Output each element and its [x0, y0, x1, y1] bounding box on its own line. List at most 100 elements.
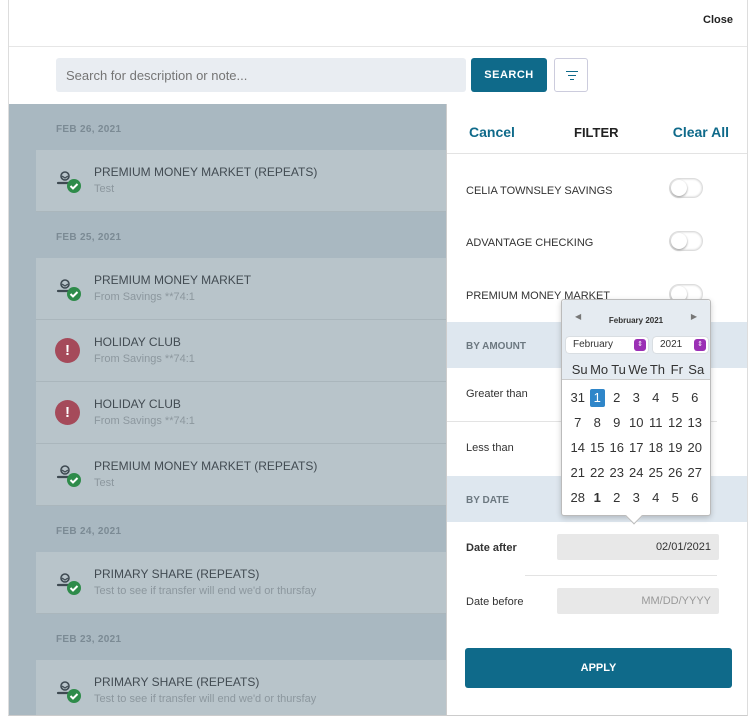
- calendar-day[interactable]: 28: [568, 489, 588, 507]
- calendar-day[interactable]: 16: [607, 439, 627, 457]
- calendar-day[interactable]: 5: [666, 489, 686, 507]
- date-before-label: Date before: [466, 596, 524, 608]
- transfer-success-icon: [56, 573, 81, 595]
- calendar-day[interactable]: 10: [627, 414, 647, 432]
- calendar-day[interactable]: 3: [627, 389, 647, 407]
- transaction-item[interactable]: PRIMARY SHARE (REPEATS) Test to see if tr…: [36, 660, 446, 715]
- day-grid: 31 1 2 3 4 5 6 7 8 9 10 11 12 13 14 15 16 17 18 19 20 21 22 23 2…: [562, 380, 710, 507]
- date-after-row: Date after: [466, 522, 719, 576]
- calendar-day[interactable]: 7: [568, 414, 588, 432]
- calendar-day[interactable]: 4: [646, 389, 666, 407]
- account-toggle[interactable]: [669, 178, 703, 198]
- account-label: ADVANTAGE CHECKING: [466, 237, 594, 249]
- calendar-day[interactable]: 13: [685, 414, 705, 432]
- clear-all-button[interactable]: Clear All: [673, 124, 729, 140]
- calendar-day[interactable]: 2: [607, 389, 627, 407]
- weekday-label: Sa: [688, 362, 705, 377]
- date-after-input[interactable]: [557, 534, 719, 560]
- calendar-day[interactable]: 11: [646, 414, 666, 432]
- calendar-day[interactable]: 4: [646, 489, 666, 507]
- transaction-subtitle: From Savings **74:1: [94, 415, 195, 427]
- filter-title: FILTER: [574, 125, 619, 140]
- calendar-day[interactable]: 14: [568, 439, 588, 457]
- calendar-day[interactable]: 1: [589, 389, 605, 407]
- calendar-day[interactable]: 12: [666, 414, 686, 432]
- transaction-subtitle: Test to see if transfer will end we'd or…: [94, 693, 317, 705]
- close-button[interactable]: Close: [703, 14, 733, 26]
- greater-than-label: Greater than: [466, 388, 528, 400]
- transaction-item[interactable]: PRIMARY SHARE (REPEATS) Test to see if tr…: [36, 552, 446, 614]
- transaction-item[interactable]: ! HOLIDAY CLUB From Savings **74:1: [36, 320, 446, 382]
- calendar-day[interactable]: 27: [685, 464, 705, 482]
- date-before-input[interactable]: [557, 588, 719, 614]
- calendar-title: February 2021: [608, 316, 664, 325]
- apply-button[interactable]: APPLY: [465, 648, 732, 688]
- weekday-label: Su: [571, 362, 588, 377]
- calendar-day[interactable]: 2: [607, 489, 627, 507]
- date-heading: FEB 23, 2021: [56, 634, 122, 645]
- calendar-day[interactable]: 5: [666, 389, 686, 407]
- transaction-subtitle: Test: [94, 183, 115, 195]
- calendar-day[interactable]: 17: [627, 439, 647, 457]
- transfer-success-icon: [56, 681, 81, 703]
- filter-button[interactable]: [554, 58, 588, 92]
- transaction-subtitle: From Savings **74:1: [94, 291, 195, 303]
- transaction-title: PREMIUM MONEY MARKET (REPEATS): [94, 165, 318, 179]
- calendar-day[interactable]: 6: [685, 489, 705, 507]
- calendar-day[interactable]: 19: [666, 439, 686, 457]
- calendar-day[interactable]: 6: [685, 389, 705, 407]
- error-icon: !: [55, 400, 80, 425]
- calendar-header: ◀ February 2021 ▶ February ⇕ 2021 ⇕ Su Mo Tu…: [562, 300, 710, 380]
- year-value: 2021: [660, 339, 683, 350]
- weekday-label: Th: [649, 362, 665, 377]
- account-toggle-row: CELIA TOWNSLEY SAVINGS: [447, 154, 747, 207]
- month-value: February: [573, 339, 614, 350]
- divider: [9, 46, 747, 47]
- calendar-day[interactable]: 25: [646, 464, 666, 482]
- calendar-day[interactable]: 24: [627, 464, 647, 482]
- calendar-day[interactable]: 18: [646, 439, 666, 457]
- transaction-subtitle: From Savings **74:1: [94, 353, 195, 365]
- transfer-success-icon: [56, 279, 81, 301]
- date-heading: FEB 26, 2021: [56, 124, 122, 135]
- calendar-day[interactable]: 21: [568, 464, 588, 482]
- weekday-label: Tu: [611, 362, 626, 377]
- transaction-subtitle: Test: [94, 477, 115, 489]
- calendar-day[interactable]: 20: [685, 439, 705, 457]
- transaction-title: PREMIUM MONEY MARKET: [94, 273, 252, 287]
- weekday-row: Su Mo Tu We Th Fr Sa: [570, 362, 706, 377]
- transaction-item[interactable]: PREMIUM MONEY MARKET (REPEATS) Test: [36, 150, 446, 212]
- cancel-button[interactable]: Cancel: [469, 124, 515, 140]
- month-select[interactable]: February ⇕: [566, 337, 648, 353]
- transaction-item[interactable]: ! HOLIDAY CLUB From Savings **74:1: [36, 382, 446, 444]
- calendar-day[interactable]: 22: [588, 464, 608, 482]
- select-arrows-icon: ⇕: [694, 339, 706, 351]
- calendar-day[interactable]: 8: [588, 414, 608, 432]
- transaction-title: PREMIUM MONEY MARKET (REPEATS): [94, 459, 318, 473]
- calendar-day[interactable]: 3: [627, 489, 647, 507]
- transaction-title: HOLIDAY CLUB: [94, 335, 181, 349]
- year-select[interactable]: 2021 ⇕: [653, 337, 708, 353]
- account-toggle[interactable]: [669, 231, 703, 251]
- transfer-success-icon: [56, 465, 81, 487]
- next-month-icon[interactable]: ▶: [691, 312, 697, 321]
- less-than-label: Less than: [466, 442, 514, 454]
- transaction-item[interactable]: PREMIUM MONEY MARKET (REPEATS) Test: [36, 444, 446, 506]
- date-before-row: Date before: [447, 576, 747, 630]
- transaction-title: HOLIDAY CLUB: [94, 397, 181, 411]
- calendar-day[interactable]: 26: [666, 464, 686, 482]
- search-input[interactable]: [56, 58, 466, 92]
- transaction-item[interactable]: PREMIUM MONEY MARKET From Savings **74:1: [36, 258, 446, 320]
- account-label: CELIA TOWNSLEY SAVINGS: [466, 185, 613, 197]
- calendar-day[interactable]: 9: [607, 414, 627, 432]
- filter-icon: [566, 71, 578, 72]
- calendar-day[interactable]: 15: [588, 439, 608, 457]
- calendar-day[interactable]: 31: [568, 389, 588, 407]
- transfer-success-icon: [56, 171, 81, 193]
- error-icon: !: [55, 338, 80, 363]
- search-button[interactable]: SEARCH: [471, 58, 547, 92]
- calendar-day[interactable]: 1: [588, 489, 608, 507]
- date-picker-popup: ◀ February 2021 ▶ February ⇕ 2021 ⇕ Su Mo Tu…: [561, 299, 711, 525]
- account-toggle-row: ADVANTAGE CHECKING: [447, 207, 747, 260]
- calendar-day[interactable]: 23: [607, 464, 627, 482]
